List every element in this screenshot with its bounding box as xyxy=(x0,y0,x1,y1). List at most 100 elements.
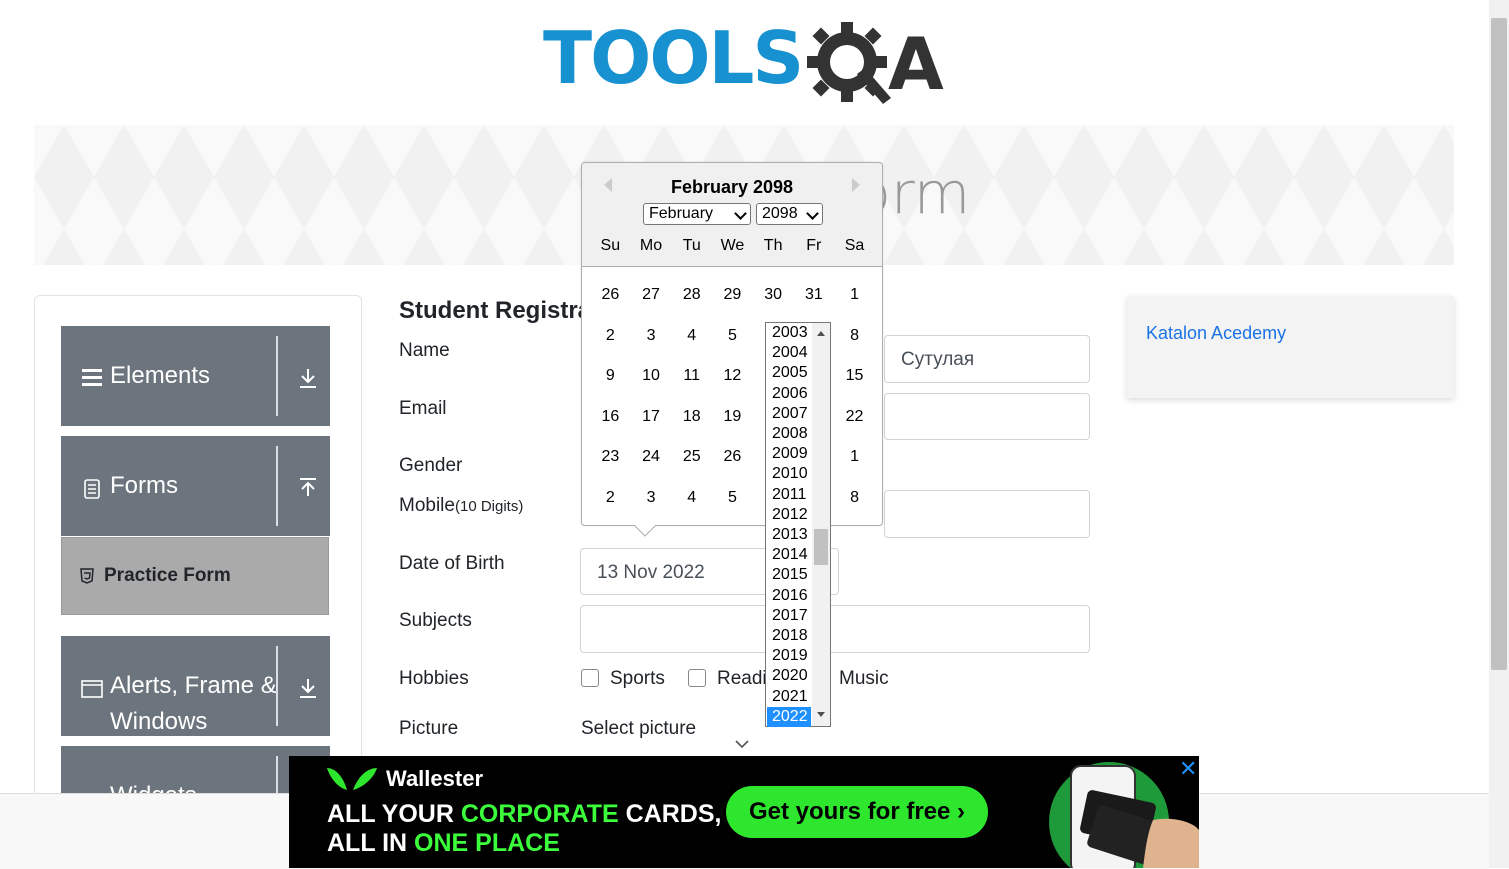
page-scroll-thumb[interactable] xyxy=(1491,18,1507,670)
year-option[interactable]: 2014 xyxy=(767,545,811,565)
name-label: Name xyxy=(399,340,450,361)
select-picture-label: Select picture xyxy=(581,718,697,739)
year-option[interactable]: 2017 xyxy=(767,606,811,626)
year-list-scroll-thumb[interactable] xyxy=(814,529,828,565)
calendar-day[interactable]: 5 xyxy=(712,489,753,507)
year-option[interactable]: 2012 xyxy=(767,505,811,525)
music-label[interactable]: Music xyxy=(839,668,889,690)
katalon-link[interactable]: Katalon Acedemy xyxy=(1146,323,1286,344)
ad-headline-part: CARDS, xyxy=(618,800,722,828)
calendar-day[interactable]: 31 xyxy=(794,286,835,304)
year-option[interactable]: 2021 xyxy=(767,687,811,707)
year-option[interactable]: 2006 xyxy=(767,384,811,404)
email-input[interactable] xyxy=(884,393,1090,440)
sidebar-item-practice-form[interactable]: Practice Form xyxy=(61,537,329,615)
ad-headline-part: ALL IN xyxy=(327,829,415,857)
document-icon xyxy=(84,479,100,499)
calendar-day[interactable]: 4 xyxy=(671,327,712,345)
ad-headline-highlight: CORPORATE xyxy=(460,800,619,828)
calendar-day[interactable]: 22 xyxy=(834,408,875,426)
year-option[interactable]: 2020 xyxy=(767,666,811,686)
year-select[interactable]: 2098 xyxy=(756,203,823,225)
calendar-day[interactable]: 1 xyxy=(834,286,875,304)
sidebar-group-elements[interactable]: Elements xyxy=(61,326,330,426)
mobile-input[interactable] xyxy=(884,490,1090,538)
calendar-day[interactable]: 23 xyxy=(590,448,631,466)
toolsqa-logo[interactable]: TOOLS A xyxy=(543,18,953,113)
calendar-day[interactable]: 24 xyxy=(631,448,672,466)
sidebar-group-forms[interactable]: Forms xyxy=(61,436,330,536)
reading-label[interactable]: Readi xyxy=(717,668,767,690)
calendar-day[interactable]: 3 xyxy=(631,327,672,345)
calendar-day[interactable]: 18 xyxy=(671,408,712,426)
calendar-day[interactable]: 8 xyxy=(834,489,875,507)
upload-icon[interactable] xyxy=(297,476,319,500)
calendar-day[interactable]: 16 xyxy=(590,408,631,426)
calendar-day[interactable]: 26 xyxy=(590,286,631,304)
weekday-label: Fr xyxy=(806,237,822,254)
wallester-ad[interactable]: Wallester ALL YOUR CORPORATE CARDS, ALL … xyxy=(289,756,1199,868)
calendar-day[interactable]: 4 xyxy=(671,489,712,507)
sidebar-group-alerts[interactable]: Alerts, Frame & Windows xyxy=(61,636,330,736)
year-option[interactable]: 2022 xyxy=(767,706,811,727)
year-dropdown-list[interactable]: 2003 2004 2005 2006 2007 2008 2009 2010 2011 2012… xyxy=(765,322,831,727)
calendar-day[interactable]: 17 xyxy=(631,408,672,426)
page-scrollbar[interactable] xyxy=(1489,0,1509,868)
year-option[interactable]: 2013 xyxy=(767,525,811,545)
next-month-icon[interactable] xyxy=(850,177,862,193)
ad-headline-line1: ALL YOUR CORPORATE CARDS, xyxy=(327,800,722,829)
calendar-day[interactable]: 8 xyxy=(834,327,875,345)
subjects-input[interactable] xyxy=(580,605,1090,653)
calendar-day[interactable]: 26 xyxy=(712,448,753,466)
year-option[interactable]: 2011 xyxy=(767,485,811,505)
year-option[interactable]: 2010 xyxy=(767,464,811,484)
year-list-scrollbar[interactable] xyxy=(812,323,830,726)
calendar-day[interactable]: 10 xyxy=(631,367,672,385)
download-icon[interactable] xyxy=(297,676,319,700)
sidebar-item-label: Practice Form xyxy=(104,565,231,586)
calendar-day[interactable]: 28 xyxy=(671,286,712,304)
scroll-up-icon[interactable] xyxy=(816,329,826,337)
year-option[interactable]: 2007 xyxy=(767,404,811,424)
year-option[interactable]: 2004 xyxy=(767,343,811,363)
datepicker-popup: February 2098 February 2098 Su Mo Tu We Th Fr… xyxy=(581,162,883,526)
calendar-day[interactable]: 3 xyxy=(631,489,672,507)
calendar-day[interactable]: 2 xyxy=(590,489,631,507)
year-option[interactable]: 2008 xyxy=(767,424,811,444)
download-icon[interactable] xyxy=(297,366,319,390)
calendar-day[interactable]: 9 xyxy=(590,367,631,385)
year-option[interactable]: 2018 xyxy=(767,626,811,646)
calendar-day[interactable]: 15 xyxy=(834,367,875,385)
month-select[interactable]: February xyxy=(643,203,751,225)
reading-checkbox[interactable] xyxy=(688,669,706,687)
calendar-day[interactable]: 11 xyxy=(671,367,712,385)
calendar-day[interactable]: 12 xyxy=(712,367,753,385)
year-option[interactable]: 2015 xyxy=(767,565,811,585)
subjects-label: Subjects xyxy=(399,610,472,631)
calendar-day[interactable]: 25 xyxy=(671,448,712,466)
calendar-day[interactable]: 2 xyxy=(590,327,631,345)
day-grid: 26 27 28 29 30 31 1 2 3 4 5 8 9 10 11 12 15 16 17 18 19 22 23 2… xyxy=(590,286,875,506)
calendar-day[interactable]: 5 xyxy=(712,327,753,345)
sports-checkbox[interactable] xyxy=(581,669,599,687)
year-option[interactable]: 2005 xyxy=(767,363,811,383)
logo-suffix: A xyxy=(888,22,944,106)
mobile-label: Mobile(10 Digits) xyxy=(399,495,523,517)
calendar-day[interactable]: 29 xyxy=(712,286,753,304)
sidebar-group-label-line2: Windows xyxy=(110,708,208,735)
sports-label[interactable]: Sports xyxy=(610,668,665,690)
calendar-day[interactable]: 1 xyxy=(834,448,875,466)
last-name-input[interactable]: Сутулая xyxy=(884,335,1090,383)
year-option[interactable]: 2009 xyxy=(767,444,811,464)
year-option[interactable]: 2003 xyxy=(767,323,811,343)
calendar-day[interactable]: 19 xyxy=(712,408,753,426)
calendar-day[interactable]: 30 xyxy=(753,286,794,304)
close-icon[interactable]: ✕ xyxy=(1179,756,1197,782)
window-icon xyxy=(81,680,103,698)
email-label: Email xyxy=(399,398,447,419)
year-option[interactable]: 2019 xyxy=(767,646,811,666)
year-option[interactable]: 2016 xyxy=(767,586,811,606)
calendar-day[interactable]: 27 xyxy=(631,286,672,304)
scroll-down-icon[interactable] xyxy=(816,711,826,719)
get-yours-button[interactable]: Get yours for free › xyxy=(726,786,988,838)
